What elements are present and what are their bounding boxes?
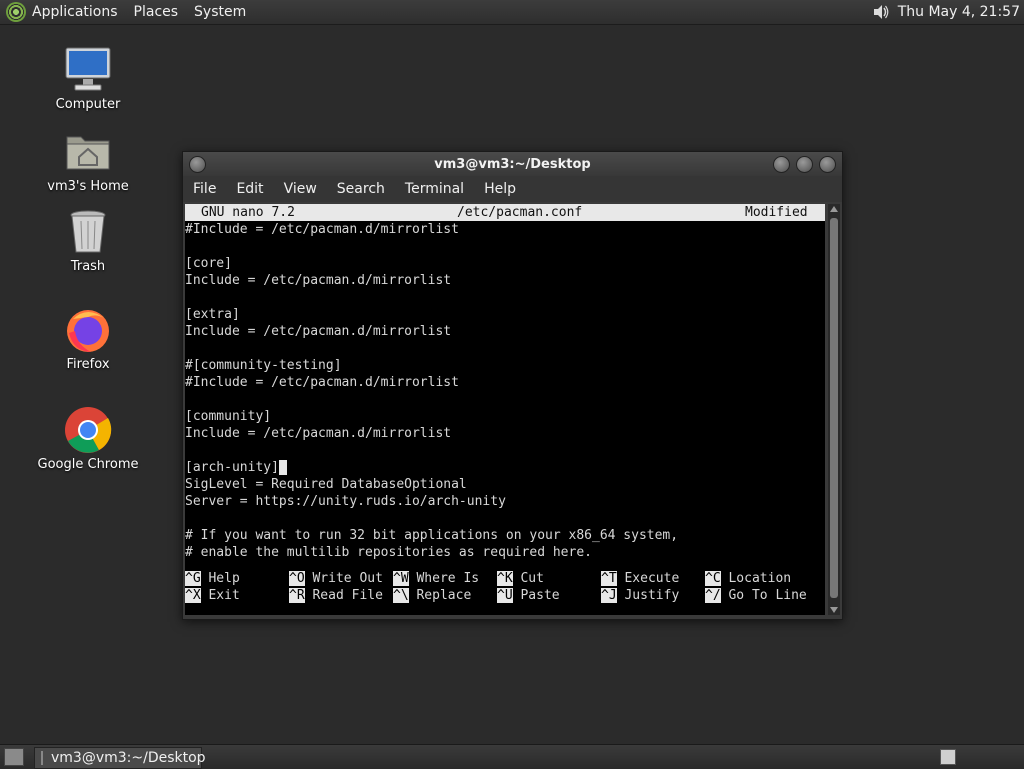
text-line: Include = /etc/pacman.d/mirrorlist [185,273,452,288]
shortcut-read-file: ^R Read File [289,588,383,603]
text-line: Include = /etc/pacman.d/mirrorlist [185,426,452,441]
workspace-switcher[interactable] [940,749,956,765]
nano-filename: /etc/pacman.conf [457,205,583,220]
volume-icon[interactable] [872,3,890,21]
shortcut-location: ^C Location [705,571,792,586]
shortcut-cut: ^K Cut [497,571,544,586]
show-desktop-icon[interactable] [4,748,24,766]
scroll-down-icon[interactable] [830,607,838,613]
minimize-icon[interactable] [773,156,790,173]
text-line: #[community-testing] [185,358,342,373]
desktop-icon-label: Firefox [66,357,110,372]
text-line [185,289,825,306]
desktop-icon-firefox[interactable]: Firefox [33,305,143,372]
terminal-icon [41,751,43,765]
text-line [185,442,825,459]
menu-places[interactable]: Places [134,4,179,20]
desktop-icon-home[interactable]: vm3's Home [33,127,143,194]
shortcut-exit: ^X Exit [185,588,240,603]
text-line: SigLevel = Required DatabaseOptional [185,477,467,492]
nano-version: GNU nano 7.2 [201,205,295,220]
text-line: [extra] [185,307,240,322]
text-line: [core] [185,256,232,271]
desktop-icon-label: vm3's Home [47,179,129,194]
desktop-icon-label: Google Chrome [37,457,139,472]
menu-search[interactable]: Search [337,181,385,197]
shortcut-help: ^G Help [185,571,240,586]
text-line: # enable the multilib repositories as re… [185,545,592,560]
window-menu-icon[interactable] [189,156,206,173]
window-title: vm3@vm3:~/Desktop [434,156,591,172]
shortcut-where-is: ^W Where Is [393,571,480,586]
desktop-icon-label: Computer [55,97,121,112]
menu-view[interactable]: View [284,181,317,197]
shortcut-row: ^G Help ^O Write Out ^W Where Is ^K Cut … [185,570,825,587]
menu-terminal[interactable]: Terminal [405,181,464,197]
close-icon[interactable] [819,156,836,173]
trash-icon [63,207,113,257]
text-line: # If you want to run 32 bit applications… [185,528,679,543]
terminal-scrollbar[interactable] [828,204,840,615]
menu-system[interactable]: System [194,4,246,20]
taskbar-button-label: vm3@vm3:~/Desktop [51,750,206,766]
window-titlebar[interactable]: vm3@vm3:~/Desktop [183,152,842,176]
terminal-menubar: File Edit View Search Terminal Help [183,176,842,202]
chrome-icon [63,405,113,455]
scrollbar-thumb[interactable] [830,218,838,598]
desktop-icon-trash[interactable]: Trash [33,207,143,274]
home-folder-icon [63,127,113,177]
text-line [185,340,825,357]
text-line [185,238,825,255]
terminal-window: vm3@vm3:~/Desktop File Edit View Search … [182,151,843,620]
menu-file[interactable]: File [193,181,216,197]
maximize-icon[interactable] [796,156,813,173]
shortcut-go-to-line: ^/ Go To Line [705,588,807,603]
mint-logo-icon[interactable] [6,2,26,22]
shortcut-execute: ^T Execute [601,571,680,586]
text-line: [community] [185,409,272,424]
taskbar-button-terminal[interactable]: vm3@vm3:~/Desktop [34,747,206,769]
text-line [185,510,825,527]
menu-applications[interactable]: Applications [32,4,118,20]
shortcut-justify: ^J Justify [601,588,680,603]
computer-icon [63,45,113,95]
clock[interactable]: Thu May 4, 21:57 [898,4,1020,20]
menu-help[interactable]: Help [484,181,516,197]
nano-status: Modified [745,205,808,220]
text-line-cursor: [arch-unity] [185,459,825,476]
text-line: #Include = /etc/pacman.d/mirrorlist [185,375,459,390]
nano-buffer[interactable]: #Include = /etc/pacman.d/mirrorlist [cor… [185,221,825,561]
desktop-icon-label: Trash [70,259,106,274]
text-cursor [278,460,287,475]
text-line: [arch-unity] [185,460,279,475]
text-line: Server = https://unity.ruds.io/arch-unit… [185,494,506,509]
text-line [185,391,825,408]
nano-header: GNU nano 7.2 /etc/pacman.conf Modified [185,204,825,221]
nano-shortcuts: ^G Help ^O Write Out ^W Where Is ^K Cut … [185,570,825,604]
desktop-icon-chrome[interactable]: Google Chrome [33,405,143,472]
desktop-icon-computer[interactable]: Computer [33,45,143,112]
top-panel: Applications Places System Thu May 4, 21… [0,0,1024,25]
terminal-text-area[interactable]: GNU nano 7.2 /etc/pacman.conf Modified #… [185,204,825,615]
text-line: Include = /etc/pacman.d/mirrorlist [185,324,452,339]
firefox-icon [63,305,113,355]
shortcut-replace: ^\ Replace [393,588,472,603]
bottom-panel: vm3@vm3:~/Desktop [0,744,1024,769]
shortcut-write-out: ^O Write Out [289,571,383,586]
scroll-up-icon[interactable] [830,206,838,212]
shortcut-row: ^X Exit ^R Read File ^\ Replace ^U Paste… [185,587,825,604]
menu-edit[interactable]: Edit [236,181,263,197]
text-line: #Include = /etc/pacman.d/mirrorlist [185,222,459,237]
shortcut-paste: ^U Paste [497,588,560,603]
